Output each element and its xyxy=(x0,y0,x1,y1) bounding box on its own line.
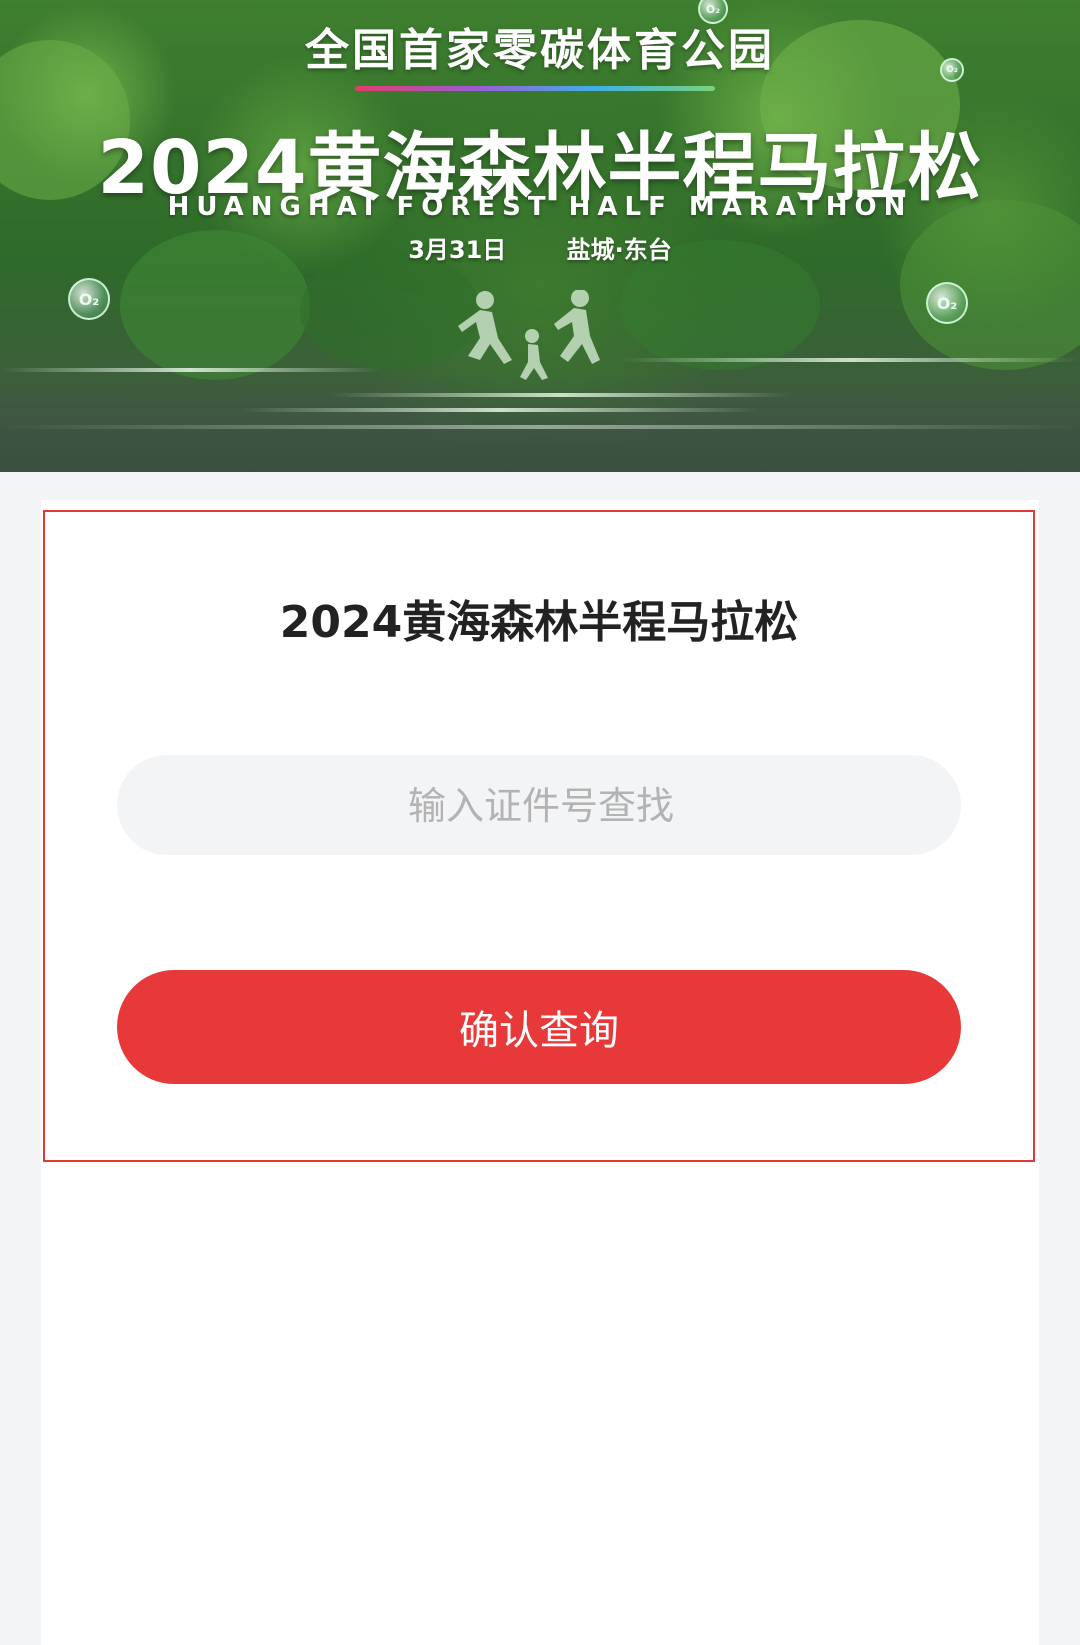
speed-line xyxy=(240,408,760,412)
confirm-query-button[interactable]: 确认查询 xyxy=(117,970,961,1084)
id-search-field xyxy=(117,755,965,857)
banner-slogan: 全国首家零碳体育公园 xyxy=(305,25,775,76)
oxygen-bubble-icon: O₂ xyxy=(940,58,964,82)
event-location: 盐城·东台 xyxy=(566,236,672,264)
oxygen-bubble-icon: O₂ xyxy=(68,278,110,320)
banner-meta: 3月31日 盐城·东台 xyxy=(0,230,1080,265)
runners-silhouette-icon xyxy=(458,290,600,380)
id-number-input[interactable] xyxy=(117,755,965,857)
speed-line xyxy=(620,358,1080,362)
speed-line xyxy=(0,425,1080,429)
speed-line xyxy=(330,393,790,397)
speed-line xyxy=(0,368,380,372)
card-title: 2024黄海森林半程马拉松 xyxy=(279,597,799,648)
event-banner: 全国首家零碳体育公园 2024黄海森林半程马拉松 HUANGHAI FOREST… xyxy=(0,0,1080,472)
event-date: 3月31日 xyxy=(408,236,507,264)
tree-shape xyxy=(900,200,1080,370)
banner-english-title: HUANGHAI FOREST HALF MARATHON xyxy=(167,192,913,222)
oxygen-bubble-icon: O₂ xyxy=(926,282,968,324)
slogan-underline xyxy=(355,86,715,91)
query-card: 2024黄海森林半程马拉松 确认查询 xyxy=(43,510,1035,1162)
